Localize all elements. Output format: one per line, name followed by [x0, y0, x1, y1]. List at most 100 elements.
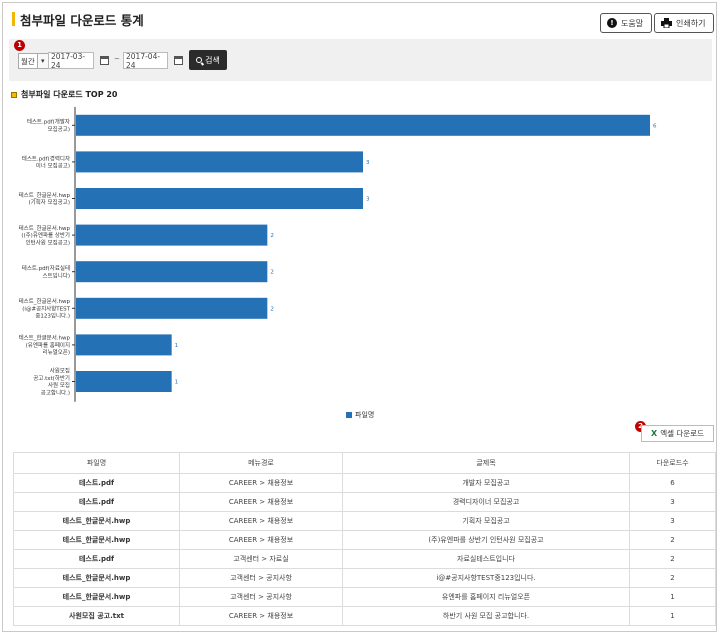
- bar: [76, 224, 268, 246]
- table-row: 사원모집 공고.txt CAREER > 채용정보 하반기 사원 모집 공고합니다.…: [13, 606, 716, 626]
- post-title-cell: 하반기 사원 모집 공고합니다.: [342, 606, 630, 626]
- calendar-icon[interactable]: [100, 56, 109, 65]
- file-name-cell: 테스트.pdf: [13, 473, 180, 493]
- calendar-icon[interactable]: [174, 56, 183, 65]
- file-name-cell: 테스트_한글문서.hwp: [13, 530, 180, 550]
- download-count-cell: 2: [629, 549, 716, 569]
- help-icon: !: [607, 18, 617, 28]
- category-label-line: 사원모집: [50, 367, 70, 375]
- menu-path-cell: 고객센터 > 자료실: [179, 549, 343, 569]
- search-bar: 1 월간 ▾ 2017-03-24 ~ 2017-04-24 검색: [9, 39, 712, 81]
- category-label-line: 테스트.pdf(개발자: [27, 118, 70, 126]
- file-name-cell: 사원모집 공고.txt: [13, 606, 180, 626]
- table-row: 테스트_한글문서.hwp 고객센터 > 공지사항 유엔파를 홈페이지 리뉴얼오픈 1: [13, 587, 716, 607]
- post-title-cell: 경력디자이너 모집공고: [342, 492, 630, 512]
- bar-value-label: 2: [270, 270, 274, 276]
- menu-path-cell: 고객센터 > 공지사항: [179, 587, 343, 607]
- category-label-line: 사원 모집: [48, 381, 70, 389]
- category-label-line: ((주)유엔파를 상반기: [21, 231, 70, 239]
- chart-header: 첨부파일 다운로드 TOP 20: [11, 89, 118, 100]
- bar: [76, 188, 363, 209]
- menu-path-cell: CAREER > 채용정보: [179, 492, 343, 512]
- category-label-line: 공고.txt(하반기: [33, 374, 70, 382]
- bar-value-label: 3: [366, 160, 370, 166]
- category-label-line: (유엔파를 홈페이지: [26, 341, 70, 349]
- download-count-cell: 3: [629, 511, 716, 531]
- category-label: 테스트.pdf(개발자 모집공고): [27, 118, 70, 133]
- search-button-label: 검색: [205, 55, 220, 65]
- bar-value-label: 2: [270, 233, 274, 239]
- bar-value-label: 6: [653, 123, 657, 129]
- legend-swatch: [346, 412, 352, 418]
- post-title-cell: (주)유엔파를 상반기 인턴사원 모집공고: [342, 530, 630, 550]
- download-count-cell: 2: [629, 530, 716, 550]
- excel-download-label: 엑셀 다운로드: [660, 429, 704, 438]
- bar: [76, 334, 172, 356]
- post-title-cell: i@#공지사항TEST중123입니다.: [342, 568, 630, 588]
- category-label-line: 모집공고): [48, 126, 70, 133]
- file-name-cell: 테스트_한글문서.hwp: [13, 511, 180, 531]
- download-count-cell: 1: [629, 587, 716, 607]
- menu-path-cell: CAREER > 채용정보: [179, 606, 343, 626]
- category-label-line: 인턴사원 모집공고): [26, 238, 70, 246]
- category-label-line: 리뉴얼오픈): [43, 348, 70, 356]
- download-count-cell: 6: [629, 473, 716, 493]
- category-label-line: 테스트.pdf(경력디자: [22, 154, 70, 162]
- category-label: 테스트_한글문서.hwp ((주)유엔파를 상반기 인턴사원 모집공고): [19, 224, 71, 247]
- start-date-input[interactable]: 2017-03-24: [48, 52, 94, 70]
- download-count-cell: 3: [629, 492, 716, 512]
- help-button-label: 도움말: [621, 18, 644, 28]
- category-label-line: 이너 모집공고): [36, 162, 70, 170]
- category-label: 테스트_한글문서.hwp (유엔파를 홈페이지 리뉴얼오픈): [19, 334, 71, 357]
- print-button[interactable]: 인쇄하기: [654, 13, 714, 33]
- category-label-line: (기획자 모집공고): [29, 198, 70, 206]
- table-row: 테스트.pdf CAREER > 채용정보 경력디자이너 모집공고 3: [13, 492, 716, 512]
- search-button[interactable]: 검색: [189, 50, 227, 70]
- category-label-line: 테스트.pdf(자료실테: [22, 264, 70, 272]
- category-label: 사원모집 공고.txt(하반기 사원 모집 공고합니다.): [33, 367, 70, 397]
- table-row: 테스트.pdf 고객센터 > 자료실 자료실테스트입니다 2: [13, 549, 716, 569]
- period-select[interactable]: 월간 ▾: [18, 53, 49, 69]
- file-name-cell: 테스트_한글문서.hwp: [13, 568, 180, 588]
- table-row: 테스트_한글문서.hwp 고객센터 > 공지사항 i@#공지사항TEST중123입니…: [13, 568, 716, 588]
- title-bar: 첨부파일 다운로드 통계 ! 도움말 인쇄하기: [3, 3, 716, 37]
- step-badge-1: 1: [14, 40, 25, 51]
- download-bar-chart: 6 테스트.pdf(개발자 모집공고) 3 테스트.pdf(경력디자 이너 모집공고) 3 테…: [19, 107, 657, 402]
- help-button[interactable]: ! 도움말: [600, 13, 652, 33]
- category-label-line: 스트입니다): [43, 271, 70, 279]
- period-select-value: 월간: [21, 56, 35, 66]
- chart-legend: 파일명: [346, 410, 374, 420]
- end-date-input[interactable]: 2017-04-24: [123, 52, 168, 70]
- header-file-name: 파일명: [13, 452, 180, 474]
- bar: [76, 151, 363, 173]
- file-name-cell: 테스트_한글문서.hwp: [13, 587, 180, 607]
- post-title-cell: 개발자 모집공고: [342, 473, 630, 493]
- legend-label: 파일명: [355, 411, 375, 419]
- header-post-title: 글제목: [342, 452, 630, 474]
- post-title-cell: 유엔파를 홈페이지 리뉴얼오픈: [342, 587, 630, 607]
- file-name-cell: 테스트.pdf: [13, 549, 180, 569]
- bar-value-label: 3: [366, 197, 370, 203]
- bar-value-label: 1: [175, 343, 179, 349]
- download-count-cell: 1: [629, 606, 716, 626]
- title-accent-bar: [12, 12, 15, 26]
- section-bullet-icon: [11, 91, 17, 98]
- menu-path-cell: CAREER > 채용정보: [179, 530, 343, 550]
- post-title-cell: 자료실테스트입니다: [342, 549, 630, 569]
- chart-title: 첨부파일 다운로드 TOP 20: [21, 90, 118, 99]
- menu-path-cell: CAREER > 채용정보: [179, 473, 343, 493]
- bar: [76, 297, 268, 319]
- menu-path-cell: CAREER > 채용정보: [179, 511, 343, 531]
- excel-download-button[interactable]: X 엑셀 다운로드: [641, 425, 714, 442]
- chevron-down-icon: ▾: [36, 54, 48, 68]
- category-label-line: 테스트_한글문서.hwp: [19, 297, 71, 305]
- file-name-cell: 테스트.pdf: [13, 492, 180, 512]
- table-row: 테스트_한글문서.hwp CAREER > 채용정보 기획자 모집공고 3: [13, 511, 716, 531]
- print-button-label: 인쇄하기: [676, 18, 706, 28]
- excel-icon: X: [651, 429, 658, 438]
- post-title-cell: 기획자 모집공고: [342, 511, 630, 531]
- bar: [76, 371, 172, 392]
- main-panel: 첨부파일 다운로드 통계 ! 도움말 인쇄하기 1 월간 ▾ 2017-03-2…: [2, 2, 717, 632]
- category-label-line: 테스트_한글문서.hwp: [19, 224, 71, 232]
- category-label-line: 중123입니다.): [35, 312, 70, 320]
